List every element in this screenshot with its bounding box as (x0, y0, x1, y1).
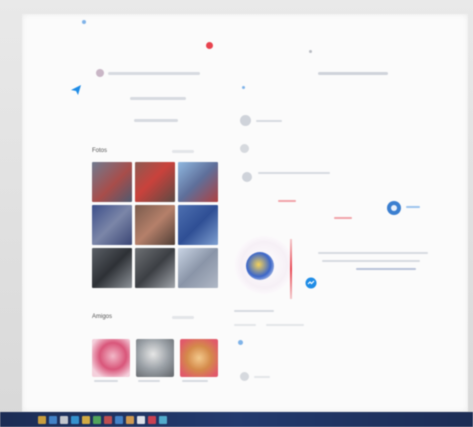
blue-dot-icon (82, 20, 86, 24)
post-composer-line (318, 72, 388, 75)
friend-name-line (138, 380, 160, 382)
taskbar-app-icon[interactable] (38, 415, 46, 424)
friend-photo[interactable] (136, 339, 174, 377)
avatar[interactable] (240, 115, 251, 126)
taskbar-app-icon[interactable] (82, 415, 90, 424)
post-meta-line (254, 376, 270, 378)
avatar[interactable] (240, 144, 249, 153)
post-meta-line (234, 310, 274, 312)
blue-dot-icon (242, 86, 245, 89)
messenger-icon[interactable] (305, 277, 317, 289)
post-body-line (322, 260, 420, 262)
photos-title: Fotos (92, 148, 108, 154)
taskbar-app-icon[interactable] (115, 415, 123, 424)
post-red-label-line (278, 200, 296, 202)
small-grey-dot-icon (309, 50, 312, 53)
photo-thumb[interactable] (135, 162, 175, 202)
blue-dot-icon (238, 340, 243, 345)
taskbar-app-icon[interactable] (60, 415, 68, 424)
post-media-icon (246, 252, 274, 280)
post-author-line (258, 172, 330, 174)
post-meta-line (266, 324, 304, 326)
photo-thumb[interactable] (135, 248, 175, 288)
photo-thumb[interactable] (135, 205, 175, 245)
taskbar-app-icon[interactable] (159, 415, 167, 424)
avatar[interactable] (242, 172, 252, 182)
friends-title: Amigos (92, 314, 113, 320)
friend-name-line (182, 380, 208, 382)
taskbar-app-icon[interactable] (93, 415, 101, 424)
post-body-line (318, 252, 428, 254)
photo-grid (92, 162, 218, 288)
taskbar-app-icon[interactable] (104, 415, 112, 424)
photos-see-all-line (172, 150, 194, 153)
red-accent-line (290, 239, 292, 299)
photo-thumb[interactable] (178, 205, 218, 245)
post-meta-line (234, 324, 256, 326)
taskbar-app-icon[interactable] (137, 415, 145, 424)
photo-thumb[interactable] (92, 205, 132, 245)
profile-name-line (108, 72, 200, 75)
photo-thumb[interactable] (92, 248, 132, 288)
about-line-1 (130, 97, 186, 100)
friend-photo[interactable] (180, 339, 218, 377)
avatar[interactable] (96, 69, 104, 77)
gear-icon[interactable] (385, 199, 403, 217)
friend-photo[interactable] (92, 339, 130, 377)
post-body-line (356, 268, 416, 270)
avatar[interactable] (240, 372, 249, 381)
photo-thumb[interactable] (178, 248, 218, 288)
taskbar (0, 412, 473, 427)
photo-of-monitor: Fotos Amigos (0, 0, 473, 427)
send-icon[interactable] (70, 84, 82, 96)
post-link-line (406, 206, 420, 208)
taskbar-app-icon[interactable] (49, 415, 57, 424)
friends-see-all-line (172, 316, 194, 319)
taskbar-app-icon[interactable] (148, 415, 156, 424)
taskbar-app-icon[interactable] (71, 415, 79, 424)
facebook-profile-screen: Fotos Amigos (22, 14, 468, 412)
friend-name-line (94, 380, 118, 382)
notification-dot-icon[interactable] (206, 42, 213, 49)
post-red-label-line (334, 217, 352, 219)
photo-thumb[interactable] (92, 162, 132, 202)
post-author-line (256, 120, 282, 122)
about-line-2 (134, 119, 178, 122)
taskbar-app-icon[interactable] (126, 415, 134, 424)
photo-thumb[interactable] (178, 162, 218, 202)
